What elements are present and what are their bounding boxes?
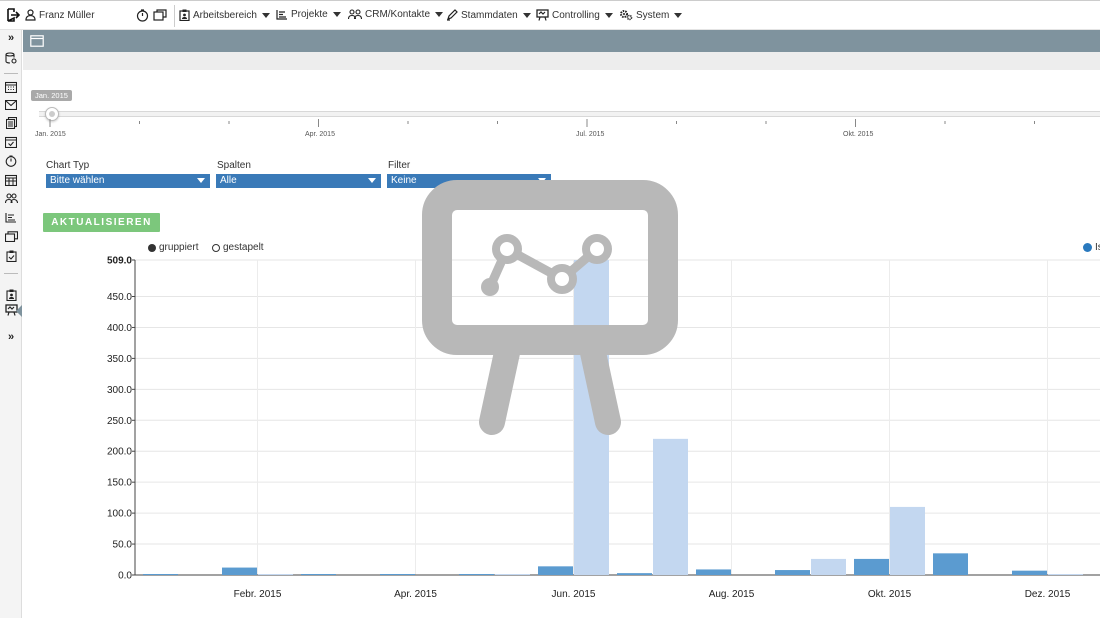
x-tick-label: Aug. 2015 bbox=[709, 589, 755, 600]
bar bbox=[143, 574, 178, 575]
overlay-point bbox=[547, 264, 577, 294]
overlay-leg-right bbox=[579, 335, 621, 435]
overlay-point bbox=[582, 234, 612, 264]
bar bbox=[617, 573, 652, 575]
bar bbox=[1048, 574, 1083, 575]
bar bbox=[459, 574, 494, 575]
y-tick-label: 50.0 bbox=[113, 540, 133, 551]
bar bbox=[933, 553, 968, 575]
x-tick-label: Febr. 2015 bbox=[234, 589, 282, 600]
y-tick-label: 100.0 bbox=[107, 509, 132, 520]
bar bbox=[495, 574, 530, 575]
bar bbox=[301, 574, 336, 575]
y-tick-label: 250.0 bbox=[107, 416, 132, 427]
y-tick-label: 509.0 bbox=[107, 256, 132, 267]
bar bbox=[258, 574, 293, 575]
overlay-point bbox=[481, 278, 499, 296]
bar bbox=[811, 558, 846, 575]
bar bbox=[222, 567, 257, 575]
overlay-point bbox=[492, 234, 522, 264]
y-tick-label: 350.0 bbox=[107, 354, 132, 365]
x-tick-label: Okt. 2015 bbox=[868, 589, 912, 600]
bar bbox=[1012, 570, 1047, 575]
bar bbox=[696, 569, 731, 575]
bar bbox=[380, 574, 415, 575]
x-tick-label: Jun. 2015 bbox=[552, 589, 596, 600]
bar bbox=[538, 566, 573, 575]
bar bbox=[653, 438, 688, 575]
bar bbox=[854, 558, 889, 575]
y-tick-label: 450.0 bbox=[107, 292, 132, 303]
y-tick-label: 300.0 bbox=[107, 385, 132, 396]
y-tick-label: 0.0 bbox=[118, 571, 132, 582]
y-tick-label: 150.0 bbox=[107, 478, 132, 489]
y-tick-label: 200.0 bbox=[107, 447, 132, 458]
bar bbox=[775, 570, 810, 575]
presentation-chart-icon bbox=[422, 180, 678, 435]
x-tick-label: Apr. 2015 bbox=[394, 589, 437, 600]
overlay-leg-left bbox=[479, 335, 521, 435]
y-tick-label: 400.0 bbox=[107, 323, 132, 334]
x-tick-label: Dez. 2015 bbox=[1025, 589, 1071, 600]
bar bbox=[890, 506, 925, 575]
